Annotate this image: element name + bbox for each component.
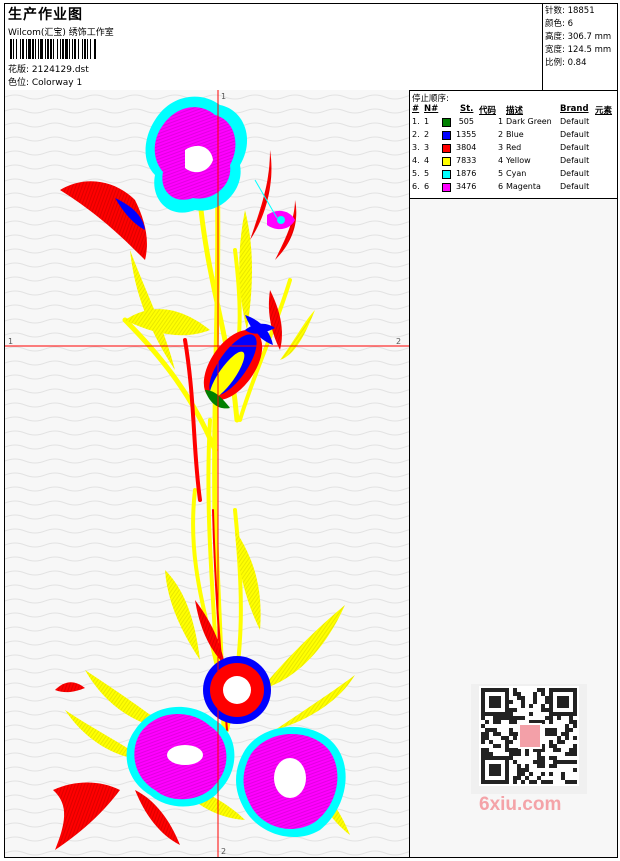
color-swatch: [442, 144, 451, 153]
row-desc: Blue: [506, 130, 524, 139]
row-stitches: 3476: [456, 182, 477, 191]
row-desc: Dark Green: [506, 117, 552, 126]
row-brand: Default: [560, 156, 590, 165]
stitch-count: 针数: 18851: [545, 6, 595, 16]
row-stitches: 1876: [456, 169, 477, 178]
row-num: 5.: [412, 169, 420, 178]
row-n: 4: [424, 156, 430, 165]
row-num: 1.: [412, 117, 420, 126]
row-brand: Default: [560, 169, 590, 178]
color-count: 颜色: 6: [545, 19, 573, 29]
watermark: 6xiu.com: [479, 794, 562, 815]
col-brand: Brand: [560, 104, 589, 114]
row-code: 5: [498, 169, 504, 178]
row-code: 1: [498, 117, 504, 126]
col-code: 代码: [479, 106, 497, 116]
company-name: Wilcom(汇宝) 绣饰工作室: [8, 28, 114, 38]
table-row: 6. 6 3476 6 Magenta Default: [410, 182, 617, 195]
stats-panel: 针数: 18851 颜色: 6 高度: 306.7 mm 宽度: 124.5 m…: [542, 4, 617, 90]
page-title: 生产作业图: [8, 7, 83, 23]
top-flower: [145, 96, 248, 213]
row-stitches: 7833: [456, 156, 477, 165]
table-row: 3. 3 3804 3 Red Default: [410, 143, 617, 156]
row-brand: Default: [560, 182, 590, 191]
row-num: 3.: [412, 143, 420, 152]
row-stitches: 505: [458, 117, 474, 126]
row-desc: Cyan: [506, 169, 527, 178]
row-code: 4: [498, 156, 504, 165]
header-info: 生产作业图 Wilcom(汇宝) 绣饰工作室 花版: 2124129.dst 色…: [5, 4, 541, 90]
design-width: 宽度: 124.5 mm: [545, 45, 612, 55]
color-swatch: [442, 170, 451, 179]
design-file: 花版: 2124129.dst: [8, 65, 89, 75]
row-code: 2: [498, 130, 504, 139]
production-sheet: 生产作业图 Wilcom(汇宝) 绣饰工作室 花版: 2124129.dst 色…: [4, 3, 618, 858]
color-swatch: [442, 157, 451, 166]
stop-sequence-table: 停止顺序: # N# St. 代码 描述 Brand 元素 1. 1 505 1 Dar…: [410, 90, 617, 199]
row-code: 6: [498, 182, 504, 191]
row-num: 4.: [412, 156, 420, 165]
row-n: 1: [424, 117, 430, 126]
row-num: 6.: [412, 182, 420, 191]
row-desc: Magenta: [506, 182, 541, 191]
table-row: 1. 1 505 1 Dark Green Default: [410, 117, 617, 130]
embroidery-preview: 1 1 2 2: [5, 90, 409, 857]
row-stitches: 3804: [456, 143, 477, 152]
color-swatch: [442, 183, 451, 192]
row-desc: Red: [506, 143, 522, 152]
table-row: 4. 4 7833 4 Yellow Default: [410, 156, 617, 169]
axis-right-label: 2: [396, 337, 401, 346]
colorway: 色位: Colorway 1: [8, 78, 83, 88]
row-stitches: 1355: [456, 130, 477, 139]
color-swatch: [442, 118, 451, 127]
col-desc: 描述: [506, 106, 524, 116]
row-code: 3: [498, 143, 504, 152]
axis-bottom-label: 2: [221, 847, 226, 856]
barcode-icon: [10, 39, 96, 59]
col-elem: 元素: [595, 106, 613, 116]
design-height: 高度: 306.7 mm: [545, 32, 612, 42]
row-brand: Default: [560, 130, 590, 139]
design-scale: 比例: 0.84: [545, 58, 587, 68]
row-brand: Default: [560, 143, 590, 152]
row-brand: Default: [560, 117, 590, 126]
table-title: 停止顺序:: [412, 94, 449, 104]
row-num: 2.: [412, 130, 420, 139]
table-row: 2. 2 1355 2 Blue Default: [410, 130, 617, 143]
col-st: St.: [460, 104, 474, 114]
row-n: 3: [424, 143, 430, 152]
qr-code-icon: [471, 684, 587, 794]
col-n: N#: [424, 104, 439, 114]
design-canvas[interactable]: 1 1 2 2: [5, 90, 410, 857]
row-n: 6: [424, 182, 430, 191]
axis-top-label: 1: [221, 92, 226, 101]
row-desc: Yellow: [506, 156, 531, 165]
row-n: 5: [424, 169, 430, 178]
color-swatch: [442, 131, 451, 140]
axis-left-label: 1: [8, 337, 13, 346]
ring-flower: [203, 656, 271, 724]
header: 生产作业图 Wilcom(汇宝) 绣饰工作室 花版: 2124129.dst 色…: [5, 4, 617, 91]
col-num: #: [412, 104, 420, 114]
row-n: 2: [424, 130, 430, 139]
table-row: 5. 5 1876 5 Cyan Default: [410, 169, 617, 182]
